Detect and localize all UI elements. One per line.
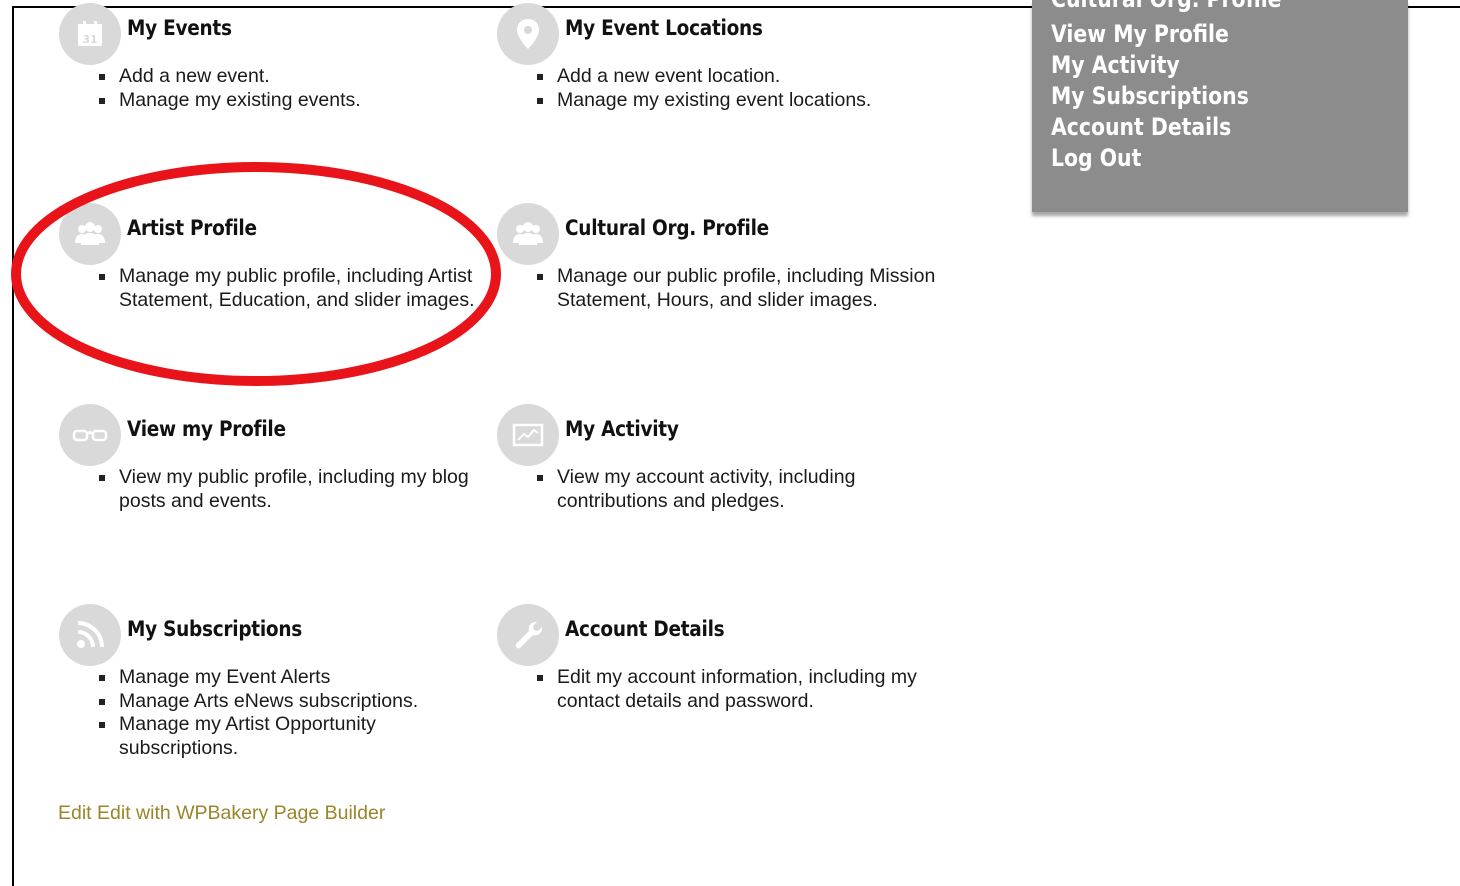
list-item[interactable]: Manage our public profile, including Mis…	[537, 265, 937, 312]
list-item[interactable]: View my public profile, including my blo…	[99, 466, 499, 513]
list-item[interactable]: Manage my Event Alerts	[99, 666, 499, 690]
group-icon-graphic	[75, 222, 105, 245]
wrench-icon[interactable]	[497, 604, 559, 666]
card-links: Add a new event location. Manage my exis…	[537, 65, 937, 113]
activity-chart-icon[interactable]	[497, 404, 559, 466]
rss-icon-graphic	[77, 621, 104, 648]
list-item[interactable]: Add a new event.	[99, 65, 499, 89]
calendar-icon-graphic: 31	[78, 21, 102, 46]
list-item[interactable]: Manage my existing events.	[99, 89, 499, 113]
group-icon-graphic	[513, 222, 543, 245]
list-item[interactable]: Manage my public profile, including Arti…	[99, 265, 499, 312]
glasses-icon-graphic	[72, 429, 108, 442]
rss-icon[interactable]	[59, 604, 121, 666]
card-title[interactable]: Account Details	[565, 617, 725, 641]
menu-item-my-subscriptions[interactable]: My Subscriptions	[1051, 81, 1249, 112]
card-title[interactable]: Artist Profile	[127, 216, 257, 240]
list-item[interactable]: Manage my existing event locations.	[537, 89, 937, 113]
calendar-day-number: 31	[82, 33, 97, 46]
card-title[interactable]: View my Profile	[127, 417, 286, 441]
card-links: Edit my account information, including m…	[537, 666, 937, 713]
card-links: Add a new event. Manage my existing even…	[99, 65, 499, 113]
edit-page-builder-link[interactable]: Edit Edit with WPBakery Page Builder	[58, 802, 385, 825]
card-links: View my public profile, including my blo…	[99, 466, 499, 513]
group-icon[interactable]	[497, 203, 559, 265]
card-links: View my account activity, including cont…	[537, 466, 937, 513]
list-item[interactable]: Add a new event location.	[537, 65, 937, 89]
card-title[interactable]: My Event Locations	[565, 16, 763, 40]
list-item[interactable]: Edit my account information, including m…	[537, 666, 937, 713]
menu-item-cultural-org-profile[interactable]: Cultural Org. Profile	[1051, 0, 1282, 15]
card-links: Manage our public profile, including Mis…	[537, 265, 937, 312]
card-title[interactable]: My Activity	[565, 417, 679, 441]
menu-item-my-activity[interactable]: My Activity	[1051, 50, 1180, 81]
list-item[interactable]: Manage Arts eNews subscriptions.	[99, 690, 499, 714]
card-links: Manage my public profile, including Arti…	[99, 265, 499, 312]
menu-item-account-details[interactable]: Account Details	[1051, 112, 1231, 143]
wrench-icon-graphic	[515, 621, 543, 649]
map-pin-icon-graphic	[517, 19, 539, 49]
activity-chart-icon-graphic	[512, 423, 544, 447]
card-title[interactable]: Cultural Org. Profile	[565, 216, 769, 240]
card-links: Manage my Event Alerts Manage Arts eNews…	[99, 666, 499, 760]
card-title[interactable]: My Subscriptions	[127, 617, 302, 641]
map-pin-icon[interactable]	[497, 3, 559, 65]
list-item[interactable]: View my account activity, including cont…	[537, 466, 937, 513]
group-icon[interactable]	[59, 203, 121, 265]
calendar-icon[interactable]: 31	[59, 3, 121, 65]
menu-item-view-my-profile[interactable]: View My Profile	[1051, 19, 1229, 50]
list-item[interactable]: Manage my Artist Opportunity subscriptio…	[99, 713, 499, 760]
menu-item-log-out[interactable]: Log Out	[1051, 143, 1141, 174]
glasses-icon[interactable]	[59, 404, 121, 466]
card-title[interactable]: My Events	[127, 16, 232, 40]
account-side-menu: Cultural Org. Profile View My Profile My…	[1032, 0, 1408, 212]
